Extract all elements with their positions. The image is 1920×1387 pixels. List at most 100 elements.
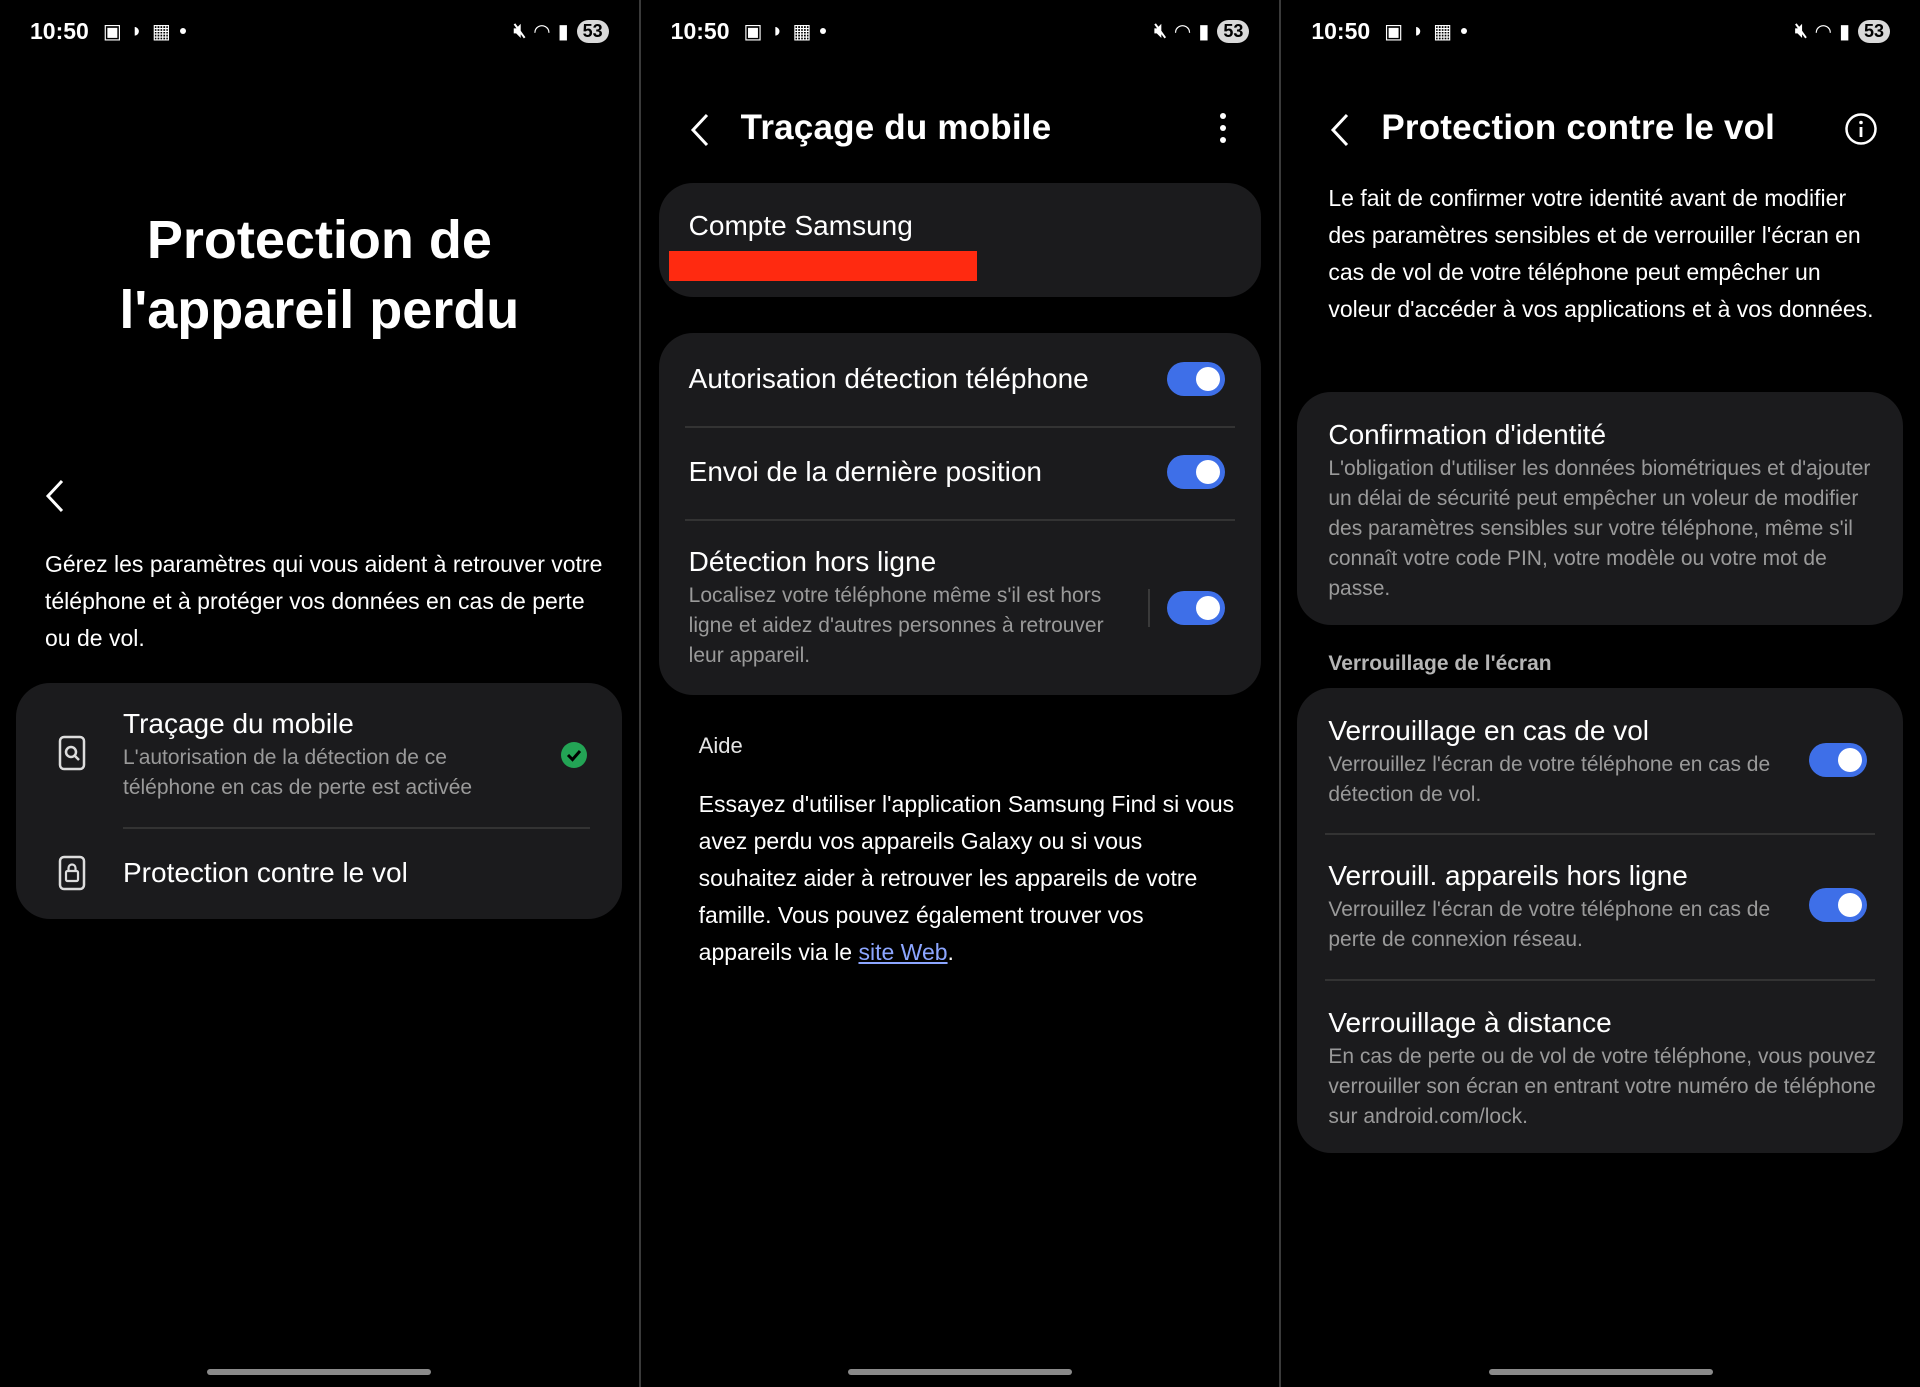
page-title-line-2: l'appareil perdu (119, 280, 520, 340)
screenshot-icon: ▣ (743, 20, 763, 43)
setting-title: Verrouill. appareils hors ligne (1328, 860, 1688, 891)
status-bar: 10:50 ▣ ◗ ▦ 🔇︎ ◠ ▮ 53 (0, 14, 639, 48)
back-button[interactable] (44, 478, 74, 514)
page-title: Traçage du mobile (740, 108, 1052, 147)
battery-indicator: 53 (576, 19, 609, 43)
list-item-title: Traçage du mobile (123, 708, 354, 739)
page-description: Gérez les paramètres qui vous aident à r… (45, 551, 603, 651)
signal-icon: ▮ (557, 20, 569, 43)
help-text: Essayez d'utiliser l'application Samsung… (699, 786, 1239, 971)
setting-title: Détection hors ligne (688, 546, 937, 577)
chevron-left-icon (690, 113, 708, 147)
check-circle-icon (561, 742, 587, 768)
calendar-icon: ▦ (151, 20, 171, 43)
page-title-line-1: Protection de (146, 210, 492, 270)
list-item-mobile-tracking[interactable]: Traçage du mobile L'autorisation de la d… (16, 683, 622, 828)
app-notification-icon: ◗ (771, 19, 784, 42)
setting-title: Verrouillage à distance (1328, 1007, 1612, 1038)
list-item-theft-protection[interactable]: Protection contre le vol (16, 829, 622, 919)
setting-subtitle: En cas de perte ou de vol de votre télép… (1328, 1045, 1876, 1128)
home-indicator[interactable] (848, 1369, 1072, 1375)
info-icon (1845, 113, 1877, 145)
signal-icon: ▮ (1198, 20, 1210, 43)
setting-subtitle: Localisez votre téléphone même s'il est … (688, 584, 1104, 667)
screenshot-icon: ▣ (102, 20, 122, 43)
redacted-account-email (668, 251, 977, 281)
top-app-bar: Traçage du mobile (641, 100, 1280, 160)
identity-title: Confirmation d'identité (1328, 419, 1607, 450)
back-button[interactable] (689, 112, 711, 153)
battery-indicator: 53 (1217, 19, 1250, 43)
status-bar: 10:50 ▣ ◗ ▦ 🔇︎ ◠ ▮ 53 (641, 14, 1280, 48)
account-card[interactable]: Compte Samsung (658, 183, 1261, 297)
more-options-button[interactable] (1219, 112, 1227, 149)
setting-title: Envoi de la dernière position (688, 456, 1043, 487)
status-time: 10:50 (670, 17, 730, 44)
mute-icon: 🔇︎ (513, 19, 527, 42)
offline-device-lock-toggle[interactable] (1809, 888, 1868, 922)
identity-subtitle: L'obligation d'utiliser les données biom… (1328, 457, 1871, 600)
setting-subtitle: Verrouillez l'écran de votre téléphone e… (1328, 898, 1771, 951)
wifi-icon: ◠ (534, 20, 550, 43)
app-notification-icon: ◗ (1412, 19, 1425, 42)
battery-indicator: 53 (1857, 19, 1891, 43)
page-title: Protection contre le vol (1381, 108, 1776, 147)
status-bar: 10:50 ▣ ◗ ▦ 🔇︎ ◠ ▮ 53 (1281, 14, 1920, 48)
list-item-title: Protection contre le vol (123, 857, 408, 888)
section-label-screen-lock: Verrouillage de l'écran (1328, 652, 1552, 675)
home-indicator[interactable] (207, 1369, 432, 1375)
phone-lock-icon (58, 855, 86, 891)
setting-offline-detection[interactable]: Détection hors ligne Localisez votre tél… (659, 521, 1261, 695)
setting-title: Verrouillage en cas de vol (1328, 715, 1649, 746)
screen-lock-card: Verrouillage en cas de vol Verrouillez l… (1297, 688, 1904, 1153)
signal-icon: ▮ (1838, 20, 1850, 43)
toggle-divider (1147, 589, 1150, 627)
more-notifications-icon (1461, 28, 1468, 34)
phone-detection-toggle[interactable] (1166, 362, 1225, 396)
setting-title: Autorisation détection téléphone (688, 363, 1089, 394)
list-item-subtitle: L'autorisation de la détection de ce tél… (123, 746, 473, 799)
setting-subtitle: Verrouillez l'écran de votre téléphone e… (1328, 753, 1771, 806)
home-indicator[interactable] (1488, 1369, 1713, 1375)
calendar-icon: ▦ (792, 20, 812, 43)
screen-lost-device-protection: 10:50 ▣ ◗ ▦ 🔇︎ ◠ ▮ 53 Protection de l'ap… (0, 0, 639, 1387)
help-text-end: . (947, 939, 954, 965)
tracking-settings-card: Autorisation détection téléphone Envoi d… (658, 333, 1261, 695)
more-notifications-icon (820, 28, 827, 34)
info-button[interactable] (1844, 112, 1878, 151)
more-vert-icon (1220, 113, 1227, 143)
setting-send-last-location[interactable]: Envoi de la dernière position (659, 428, 1261, 519)
back-button[interactable] (1329, 112, 1351, 153)
chevron-left-icon (45, 479, 64, 513)
mute-icon: 🔇︎ (1794, 19, 1808, 42)
screenshot-icon: ▣ (1384, 20, 1404, 43)
app-notification-icon: ◗ (130, 19, 143, 42)
identity-confirmation-card[interactable]: Confirmation d'identité L'obligation d'u… (1297, 392, 1904, 625)
mute-icon: 🔇︎ (1154, 19, 1167, 42)
setting-remote-lock[interactable]: Verrouillage à distance En cas de perte … (1297, 981, 1903, 1153)
screenshot-collage: 10:50 ▣ ◗ ▦ 🔇︎ ◠ ▮ 53 Protection de l'ap… (0, 0, 1920, 1387)
account-label: Compte Samsung (688, 210, 913, 241)
intro-text: Le fait de confirmer votre identité avan… (1328, 185, 1874, 322)
status-time: 10:50 (30, 17, 89, 44)
top-app-bar: Protection contre le vol (1281, 100, 1920, 160)
send-last-location-toggle[interactable] (1166, 455, 1225, 489)
setting-phone-detection[interactable]: Autorisation détection téléphone (659, 333, 1261, 426)
settings-card: Traçage du mobile L'autorisation de la d… (16, 683, 622, 919)
setting-offline-device-lock[interactable]: Verrouill. appareils hors ligne Verrouil… (1297, 835, 1903, 980)
wifi-icon: ◠ (1174, 20, 1191, 43)
calendar-icon: ▦ (1433, 20, 1453, 43)
theft-lock-toggle[interactable] (1809, 743, 1868, 777)
screen-theft-protection: 10:50 ▣ ◗ ▦ 🔇︎ ◠ ▮ 53 Protection contre … (1281, 0, 1920, 1387)
help-label: Aide (698, 733, 743, 758)
wifi-icon: ◠ (1815, 20, 1831, 43)
more-notifications-icon (179, 28, 186, 34)
website-link[interactable]: site Web (858, 939, 947, 965)
screen-mobile-tracking: 10:50 ▣ ◗ ▦ 🔇︎ ◠ ▮ 53 Traçage du mobile … (640, 0, 1280, 1387)
setting-theft-lock[interactable]: Verrouillage en cas de vol Verrouillez l… (1297, 688, 1903, 833)
chevron-left-icon (1331, 113, 1349, 147)
phone-search-icon (58, 735, 86, 771)
page-title: Protection de l'appareil perdu (0, 205, 639, 345)
offline-detection-toggle[interactable] (1166, 591, 1225, 625)
help-text-body: Essayez d'utiliser l'application Samsung… (698, 791, 1235, 965)
